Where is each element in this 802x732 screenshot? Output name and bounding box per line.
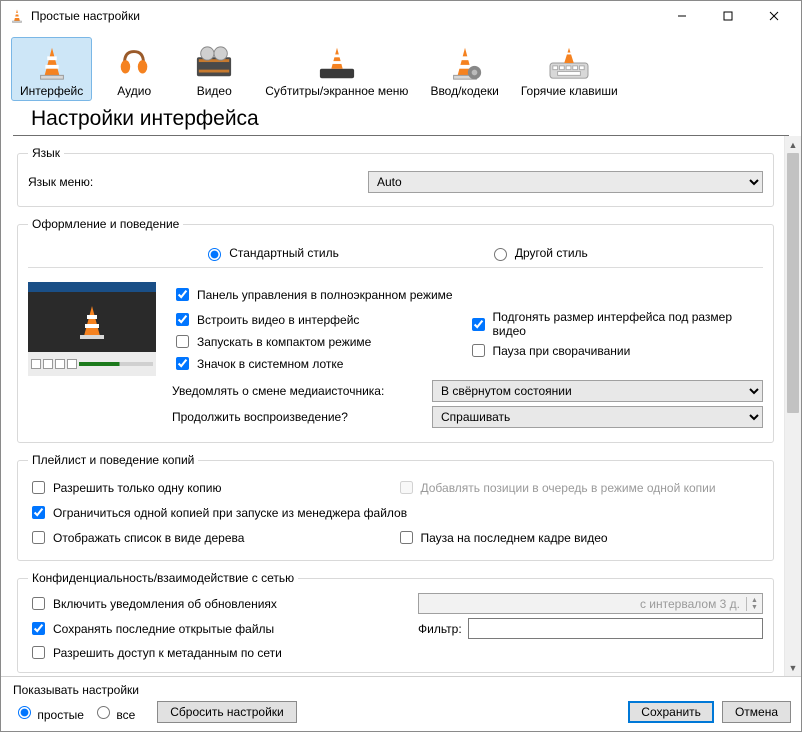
- continue-select[interactable]: Спрашивать: [432, 406, 763, 428]
- subtitles-icon: [313, 42, 361, 82]
- group-look-feel: Оформление и поведение Стандартный стиль…: [17, 217, 774, 443]
- interface-icon: [28, 42, 76, 82]
- chk-resize-interface[interactable]: [472, 318, 485, 331]
- cancel-button[interactable]: Отмена: [722, 701, 791, 723]
- chk-metadata-network[interactable]: [32, 646, 45, 659]
- page-heading-row: Настройки интерфейса: [13, 101, 789, 136]
- close-button[interactable]: [751, 1, 797, 31]
- chk-enqueue: [400, 481, 413, 494]
- chk-minimal-view[interactable]: [176, 335, 189, 348]
- radio-custom-skin[interactable]: Другой стиль: [489, 245, 588, 261]
- scroll-up-icon[interactable]: ▲: [785, 136, 801, 153]
- group-legend: Оформление и поведение: [28, 217, 183, 231]
- category-video[interactable]: Видео: [176, 37, 252, 101]
- group-legend: Плейлист и поведение копий: [28, 453, 198, 467]
- category-label: Субтитры/экранное меню: [265, 84, 408, 98]
- category-hotkeys[interactable]: Горячие клавиши: [512, 37, 627, 101]
- menu-language-label: Язык меню:: [28, 175, 368, 189]
- chk-tree-playlist[interactable]: [32, 531, 45, 544]
- vertical-scrollbar[interactable]: ▲ ▼: [784, 136, 801, 676]
- chk-update-notify[interactable]: [32, 597, 45, 610]
- group-legend: Язык: [28, 146, 64, 160]
- category-label: Видео: [197, 84, 232, 98]
- category-label: Ввод/кодеки: [430, 84, 498, 98]
- codecs-icon: [441, 42, 489, 82]
- radio-all-settings[interactable]: все: [92, 703, 135, 722]
- filter-label: Фильтр:: [418, 622, 462, 636]
- hotkeys-icon: [545, 42, 593, 82]
- titlebar: Простые настройки: [1, 1, 801, 31]
- chk-systray-icon[interactable]: [176, 357, 189, 370]
- video-icon: [190, 42, 238, 82]
- chk-save-recent[interactable]: [32, 622, 45, 635]
- category-label: Аудио: [117, 84, 151, 98]
- group-legend: Конфиденциальность/взаимодействие с сеть…: [28, 571, 298, 585]
- scroll-down-icon[interactable]: ▼: [785, 659, 801, 676]
- minimize-button[interactable]: [659, 1, 705, 31]
- app-icon: [9, 8, 25, 24]
- chk-embed-video[interactable]: [176, 313, 189, 326]
- filter-input[interactable]: [468, 618, 763, 639]
- category-interface[interactable]: Интерфейс: [11, 37, 92, 101]
- category-toolbar: Интерфейс Аудио Видео Субтитры/экранное …: [1, 31, 801, 101]
- chk-fullscreen-controller[interactable]: [176, 288, 189, 301]
- category-audio[interactable]: Аудио: [96, 37, 172, 101]
- category-input-codecs[interactable]: Ввод/кодеки: [421, 37, 507, 101]
- preferences-window: Простые настройки Интерфейс Аудио Видео: [0, 0, 802, 732]
- chk-pause-minimize[interactable]: [472, 344, 485, 357]
- category-label: Интерфейс: [20, 84, 83, 98]
- category-label: Горячие клавиши: [521, 84, 618, 98]
- category-subtitles[interactable]: Субтитры/экранное меню: [256, 37, 417, 101]
- radio-simple-settings[interactable]: простые: [13, 703, 84, 722]
- reset-button[interactable]: Сбросить настройки: [157, 701, 296, 723]
- chk-one-from-filemanager[interactable]: [32, 506, 45, 519]
- radio-native-style[interactable]: Стандартный стиль: [203, 245, 339, 261]
- menu-language-select[interactable]: Auto: [368, 171, 763, 193]
- group-privacy: Конфиденциальность/взаимодействие с сеть…: [17, 571, 774, 673]
- chk-pause-last-frame[interactable]: [400, 531, 413, 544]
- maximize-button[interactable]: [705, 1, 751, 31]
- notify-select[interactable]: В свёрнутом состоянии: [432, 380, 763, 402]
- notify-label: Уведомлять о смене медиаисточника:: [172, 384, 432, 398]
- scrollbar-thumb[interactable]: [787, 153, 799, 413]
- chk-one-instance[interactable]: [32, 481, 45, 494]
- continue-label: Продолжить воспроизведение?: [172, 410, 432, 424]
- interface-preview: [28, 282, 160, 432]
- bottom-bar: Показывать настройки простые все Сбросит…: [1, 676, 801, 731]
- save-button[interactable]: Сохранить: [628, 701, 714, 723]
- settings-content: Язык Язык меню: Auto Оформление и поведе…: [1, 136, 784, 676]
- group-playlist: Плейлист и поведение копий Разрешить тол…: [17, 453, 774, 561]
- window-title: Простые настройки: [31, 9, 659, 23]
- page-title: Настройки интерфейса: [31, 107, 771, 131]
- update-interval-spinner: с интервалом 3 д. ▲▼: [418, 593, 763, 614]
- audio-icon: [110, 42, 158, 82]
- group-language: Язык Язык меню: Auto: [17, 146, 774, 207]
- show-settings-label: Показывать настройки: [13, 683, 297, 697]
